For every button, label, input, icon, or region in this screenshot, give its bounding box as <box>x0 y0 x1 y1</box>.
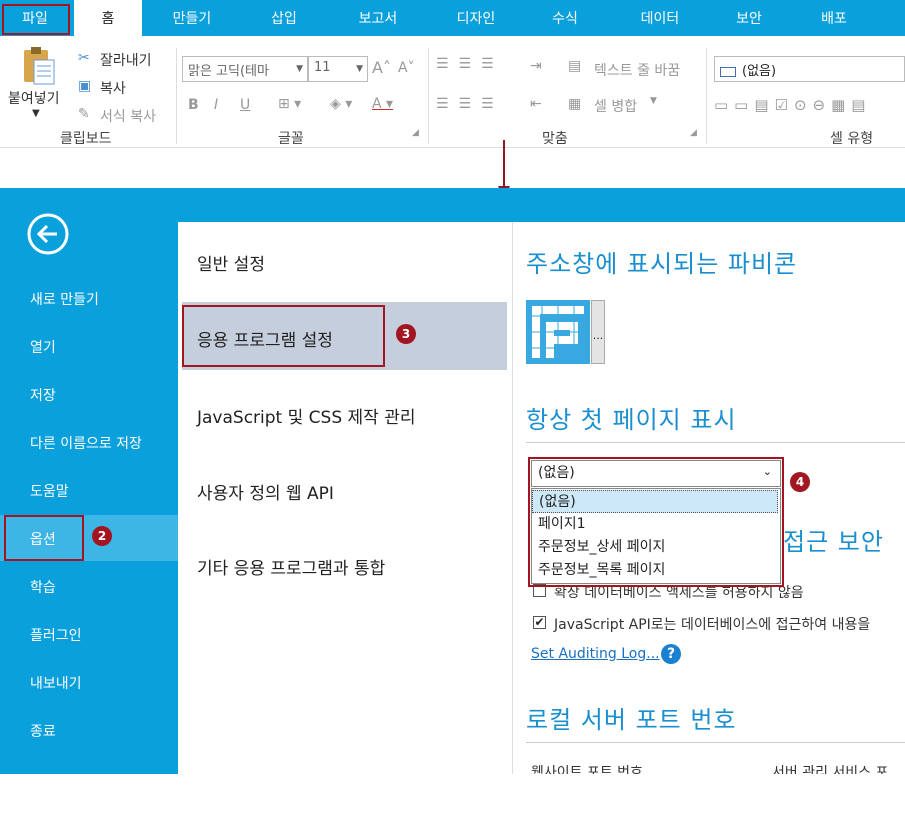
nav-save[interactable]: 저장 <box>30 385 56 405</box>
vertical-align-icons[interactable]: ☰☰☰ <box>436 56 504 72</box>
merge-icon: ▦ <box>568 96 582 112</box>
category-custom-api[interactable]: 사용자 정의 웹 API <box>197 479 334 504</box>
ribbon-separator <box>176 48 177 144</box>
back-arrow-icon[interactable] <box>26 212 70 256</box>
tab-formula[interactable]: 수식 <box>530 0 600 36</box>
format-painter-icon: ✎ <box>78 106 90 122</box>
paste-dropdown-icon[interactable]: ▼ <box>32 108 40 119</box>
nav-learn[interactable]: 학습 <box>30 577 56 597</box>
cut-button[interactable]: 잘라내기 <box>100 50 152 70</box>
chevron-down-icon: ▼ <box>296 64 303 74</box>
audit-log-link[interactable]: Set Auditing Log... <box>531 646 660 662</box>
tab-report[interactable]: 보고서 <box>338 0 418 36</box>
ribbon-tab-bar: 파일 홈 만들기 삽입 보고서 디자인 수식 데이터 보안 배포 <box>0 0 905 36</box>
font-shrink-icon[interactable]: A˅ <box>398 60 415 76</box>
chevron-down-icon[interactable]: ▼ <box>650 96 657 106</box>
fill-color-icon[interactable]: ◈ ▾ <box>330 96 352 112</box>
step-badge-3: 3 <box>396 324 416 344</box>
tab-security[interactable]: 보안 <box>714 0 784 36</box>
first-page-heading: 항상 첫 페이지 표시 <box>526 406 737 434</box>
cell-type-group-label: 셀 유형 <box>830 131 874 147</box>
font-size-select[interactable]: 11 ▼ <box>308 56 368 82</box>
italic-icon[interactable]: I <box>214 97 218 113</box>
cell-style-icon <box>720 66 736 77</box>
highlight-app-settings <box>182 305 385 367</box>
border-icon[interactable]: ⊞ ▾ <box>278 96 301 112</box>
section-rule <box>526 442 905 443</box>
indent-icon[interactable]: ⇥ <box>530 58 542 74</box>
cell-style-value: (없음) <box>742 64 777 79</box>
step-badge-2: 2 <box>92 526 112 546</box>
tab-create[interactable]: 만들기 <box>152 0 232 36</box>
alignment-group-label: 맞춤 <box>542 131 568 147</box>
ribbon-separator <box>706 48 707 144</box>
backstage-nav <box>0 188 178 774</box>
nav-exit[interactable]: 종료 <box>30 721 56 741</box>
section-rule <box>526 742 905 743</box>
nav-export[interactable]: 내보내기 <box>30 673 82 693</box>
tab-insert[interactable]: 삽입 <box>246 0 322 36</box>
underline-icon[interactable]: U <box>240 97 250 113</box>
tab-home[interactable]: 홈 <box>74 0 142 36</box>
port-heading: 로컬 서버 포트 번호 <box>526 706 737 734</box>
outdent-icon[interactable]: ⇤ <box>530 96 542 112</box>
port-column-server: 서버 관리 서비스 포 <box>772 765 889 774</box>
font-grow-icon[interactable]: A˄ <box>372 58 391 77</box>
highlight-options <box>4 515 84 561</box>
checkbox-js-api-label: JavaScript API로는 데이터베이스에 접근하여 내용을 <box>554 617 871 633</box>
favicon-heading: 주소창에 표시되는 파비콘 <box>526 250 798 278</box>
wrap-text-icon: ▤ <box>568 58 582 74</box>
tab-deploy[interactable]: 배포 <box>800 0 868 36</box>
nav-open[interactable]: 열기 <box>30 337 56 357</box>
checkbox-js-api[interactable]: ✔ <box>533 616 546 629</box>
nav-help[interactable]: 도움말 <box>30 481 69 501</box>
ribbon-separator <box>428 48 429 144</box>
font-name-value: 맑은 고딕(테마 <box>188 64 269 79</box>
font-size-value: 11 <box>314 60 331 75</box>
help-icon[interactable]: ? <box>661 644 681 664</box>
merge-cells-button[interactable]: 셀 병합 <box>594 96 637 116</box>
favicon-image <box>526 300 590 364</box>
port-column-website: 웹사이트 포트 번호 <box>531 765 643 774</box>
category-integration[interactable]: 기타 응용 프로그램과 통합 <box>197 554 385 579</box>
horizontal-align-icons[interactable]: ☰☰☰ <box>436 96 504 112</box>
category-general[interactable]: 일반 설정 <box>197 250 265 275</box>
wrap-text-button[interactable]: 텍스트 줄 바꿈 <box>594 60 680 80</box>
chevron-down-icon: ▼ <box>356 64 363 74</box>
copy-icon: ▣ <box>78 78 92 94</box>
cell-style-select[interactable]: (없음) <box>714 56 905 82</box>
clipboard-group-label: 클립보드 <box>60 131 112 147</box>
tab-design[interactable]: 디자인 <box>436 0 516 36</box>
cell-type-icons[interactable]: ▭▭▤☑⊙⊖▦▤ <box>714 96 871 114</box>
scissors-icon: ✂ <box>78 50 90 66</box>
bold-icon[interactable]: B <box>188 97 199 113</box>
nav-new[interactable]: 새로 만들기 <box>30 289 99 309</box>
copy-button[interactable]: 복사 <box>100 78 126 98</box>
font-color-icon[interactable]: A ▾ <box>372 96 393 112</box>
favicon-browse-button[interactable]: ... <box>591 300 605 364</box>
panel-divider <box>512 222 513 774</box>
paste-button[interactable]: 붙여넣기 <box>8 88 60 108</box>
font-group-label: 글꼴 <box>278 131 304 147</box>
category-js-css[interactable]: JavaScript 및 CSS 제작 관리 <box>197 403 415 428</box>
format-copy-button[interactable]: 서식 복사 <box>100 106 156 126</box>
nav-plugins[interactable]: 플러그인 <box>30 625 82 645</box>
dialog-launcher-icon[interactable]: ◢ <box>690 128 697 138</box>
nav-save-as[interactable]: 다른 이름으로 저장 <box>30 433 142 453</box>
highlight-dropdown <box>528 457 784 587</box>
dialog-launcher-icon[interactable]: ◢ <box>412 128 419 138</box>
step-badge-4: 4 <box>790 472 810 492</box>
font-name-select[interactable]: 맑은 고딕(테마 ▼ <box>182 56 308 82</box>
tab-data[interactable]: 데이터 <box>620 0 700 36</box>
paste-icon[interactable] <box>22 46 56 86</box>
security-heading: 접근 보안 <box>783 528 884 556</box>
highlight-file-tab <box>2 4 70 35</box>
